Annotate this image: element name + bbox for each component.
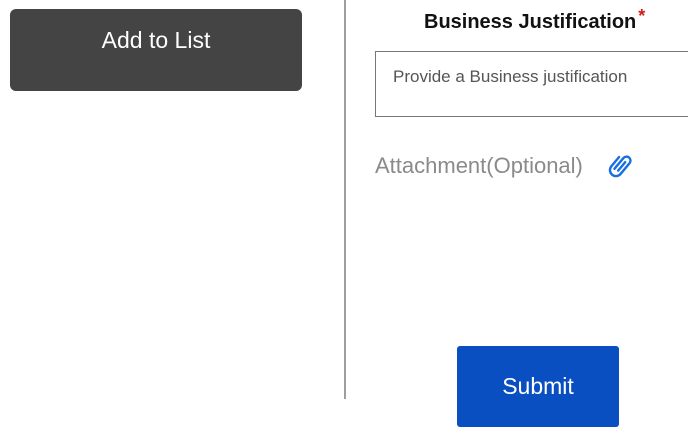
add-to-list-button[interactable]: Add to List <box>10 9 302 91</box>
submit-label: Submit <box>502 373 574 399</box>
business-justification-label-text: Business Justification <box>424 11 637 33</box>
submit-button[interactable]: Submit <box>457 346 619 427</box>
required-marker: * <box>638 6 646 26</box>
business-justification-input[interactable] <box>375 51 688 117</box>
add-to-list-label: Add to List <box>101 26 211 53</box>
paperclip-icon[interactable] <box>607 151 637 181</box>
attachment-label: Attachment(Optional) <box>375 153 583 178</box>
business-justification-label: Business Justification * <box>424 6 645 34</box>
panel-divider <box>344 0 346 399</box>
attachment-row: Attachment(Optional) <box>375 151 637 181</box>
page: Add to List Business Justification* Atta… <box>0 0 688 427</box>
